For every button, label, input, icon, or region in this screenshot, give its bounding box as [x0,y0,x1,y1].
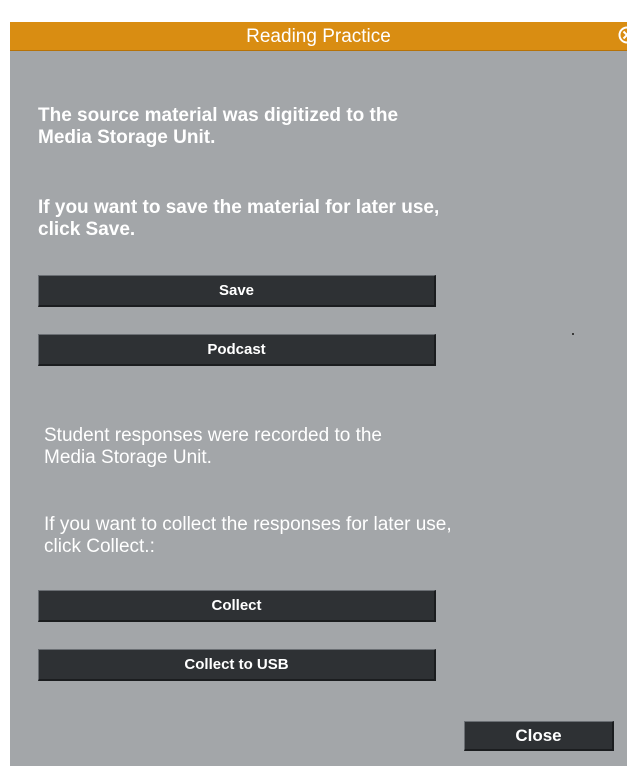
close-button[interactable]: Close [464,721,614,751]
close-button-label: Close [515,726,562,745]
collect-to-usb-button[interactable]: Collect to USB [38,649,436,681]
save-instruction-line1: If you want to save the material for lat… [38,197,440,218]
responses-text-line1: Student responses were recorded to the [44,425,382,446]
save-instruction-line2: click Save. [38,219,136,240]
podcast-button-label: Podcast [207,341,266,358]
collect-instruction-line1: If you want to collect the responses for… [44,514,452,535]
title-bar: Reading Practice [10,22,627,51]
source-text-line1: The source material was digitized to the [38,105,399,126]
close-icon[interactable] [618,26,627,44]
window-title: Reading Practice [246,26,391,47]
podcast-button[interactable]: Podcast [38,334,436,366]
save-button-label: Save [218,282,255,299]
collect-to-usb-button-label: Collect to USB [184,656,289,673]
source-text-line2: Media Storage Unit. [38,127,216,148]
stray-dot [572,333,574,335]
save-button[interactable]: Save [38,275,436,307]
collect-instruction-line2: click Collect.: [44,536,155,557]
collect-button-label: Collect [211,597,262,614]
collect-button[interactable]: Collect [38,590,436,622]
responses-text-line2: Media Storage Unit. [44,447,212,468]
